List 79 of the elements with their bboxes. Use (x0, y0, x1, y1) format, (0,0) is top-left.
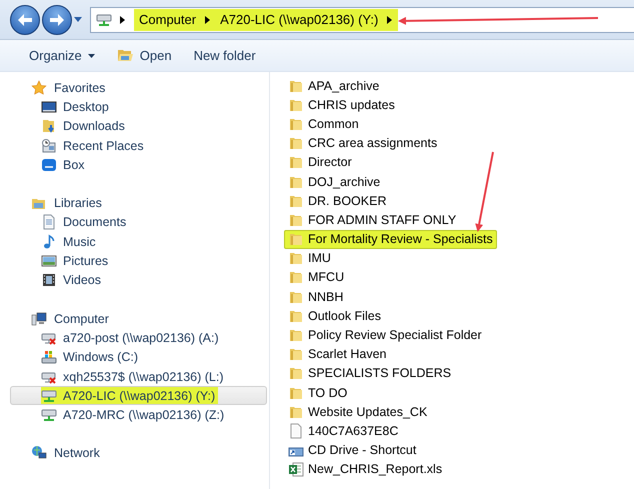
sidebar-item[interactable]: Videos (10, 270, 267, 290)
file-item[interactable]: Website Updates_CK (284, 402, 432, 422)
folder-icon (288, 135, 304, 152)
pictures-icon (41, 253, 57, 270)
file-item[interactable]: DR. BOOKER (284, 191, 390, 210)
file-item[interactable]: CHRIS updates (284, 95, 399, 114)
toolbar-button[interactable]: New folder (184, 44, 265, 67)
toolbar-button[interactable]: Organize (20, 44, 104, 67)
sidebar-item[interactable]: Box (10, 155, 267, 174)
file-item[interactable]: NNBH (284, 287, 348, 306)
sidebar-item[interactable]: Downloads (10, 116, 267, 136)
open-folder-icon (116, 48, 134, 63)
sidebar-item[interactable]: A720-MRC (\\wap02136) (Z:) (10, 405, 267, 425)
file-item[interactable]: Policy Review Specialist Folder (284, 325, 486, 345)
file-item[interactable]: CD Drive - Shortcut (284, 440, 420, 460)
folder-icon (288, 250, 304, 266)
film-icon (41, 272, 57, 288)
group-label: Computer (54, 312, 109, 326)
file-item[interactable]: CRC area assignments (284, 134, 442, 153)
spreadsheet-icon (288, 461, 304, 478)
recent-places-icon (41, 138, 57, 154)
file-item[interactable]: Common (284, 114, 363, 134)
network-drive-icon (41, 407, 57, 424)
sidebar-item[interactable]: Music (10, 232, 267, 252)
back-arrow-icon (17, 12, 33, 26)
folder-icon (288, 365, 304, 382)
chevron-icon (387, 16, 394, 24)
computer-icon (31, 310, 47, 327)
network-drive-icon (41, 388, 57, 404)
file-item[interactable]: 140C7A637E8C (284, 421, 402, 441)
file-item[interactable]: Director (284, 152, 356, 172)
windows-drive-icon (41, 349, 57, 366)
file-item[interactable]: MFCU (284, 268, 348, 288)
folder-icon (288, 269, 304, 286)
sidebar-item[interactable]: Pictures (10, 251, 267, 271)
box-icon (41, 156, 57, 173)
file-item[interactable]: Outlook Files (284, 306, 385, 326)
sidebar-item[interactable]: Recent Places (10, 136, 267, 156)
forward-button[interactable] (42, 4, 72, 34)
file-item[interactable]: New_CHRIS_Report.xls (284, 460, 446, 479)
chevron-icon (205, 16, 212, 24)
dropdown-caret-icon[interactable] (74, 17, 82, 22)
file-icon (288, 422, 304, 439)
network-drive-icon (96, 12, 112, 28)
sidebar-item[interactable]: Windows (C:) (10, 348, 267, 367)
folder-icon (288, 231, 304, 248)
forward-arrow-icon (49, 12, 65, 26)
back-button[interactable] (10, 4, 40, 34)
group-label: Network (54, 446, 100, 460)
file-item[interactable]: For Mortality Review - Specialists (284, 230, 497, 249)
desktop-icon (41, 98, 57, 115)
sidebar-item[interactable]: Desktop (10, 97, 267, 117)
folder-icon (288, 327, 304, 344)
file-item[interactable]: APA_archive (284, 76, 384, 96)
network-icon (31, 445, 47, 462)
file-item[interactable]: DOJ_archive (284, 172, 384, 192)
breadcrumb-item[interactable]: Computer (139, 12, 196, 27)
group-label: Favorites (54, 80, 106, 95)
file-item[interactable]: SPECIALISTS FOLDERS (284, 364, 456, 383)
file-item[interactable]: TO DO (284, 383, 352, 402)
document-icon (41, 214, 57, 230)
file-item[interactable]: FOR ADMIN STAFF ONLY (284, 210, 460, 230)
music-note-icon (41, 234, 57, 250)
sidebar-item[interactable]: a720-post (\\wap02136) (A:) (10, 328, 267, 348)
sidebar-item[interactable]: A720-LIC (\\wap02136) (Y:) (10, 386, 267, 406)
sidebar-item[interactable]: xqh25537$ (\\wap02136) (L:) (10, 366, 267, 386)
group-label: Libraries (54, 196, 102, 210)
chevron-icon (120, 16, 126, 24)
sidebar-item[interactable]: Documents (10, 212, 267, 232)
file-item[interactable]: Scarlet Haven (284, 344, 391, 364)
toolbar-button[interactable]: Open (108, 44, 181, 67)
caret-icon (88, 54, 95, 58)
folder-icon (288, 154, 304, 170)
address-field[interactable]: Computer A720-LIC (\\wap02136) (Y:) (90, 6, 634, 32)
file-item[interactable]: IMU (284, 248, 335, 268)
breadcrumb-item[interactable]: A720-LIC (\\wap02136) (Y:) (220, 12, 378, 27)
folder-icon (288, 346, 304, 362)
downloads-folder-icon (41, 118, 57, 134)
star-icon (31, 80, 47, 96)
